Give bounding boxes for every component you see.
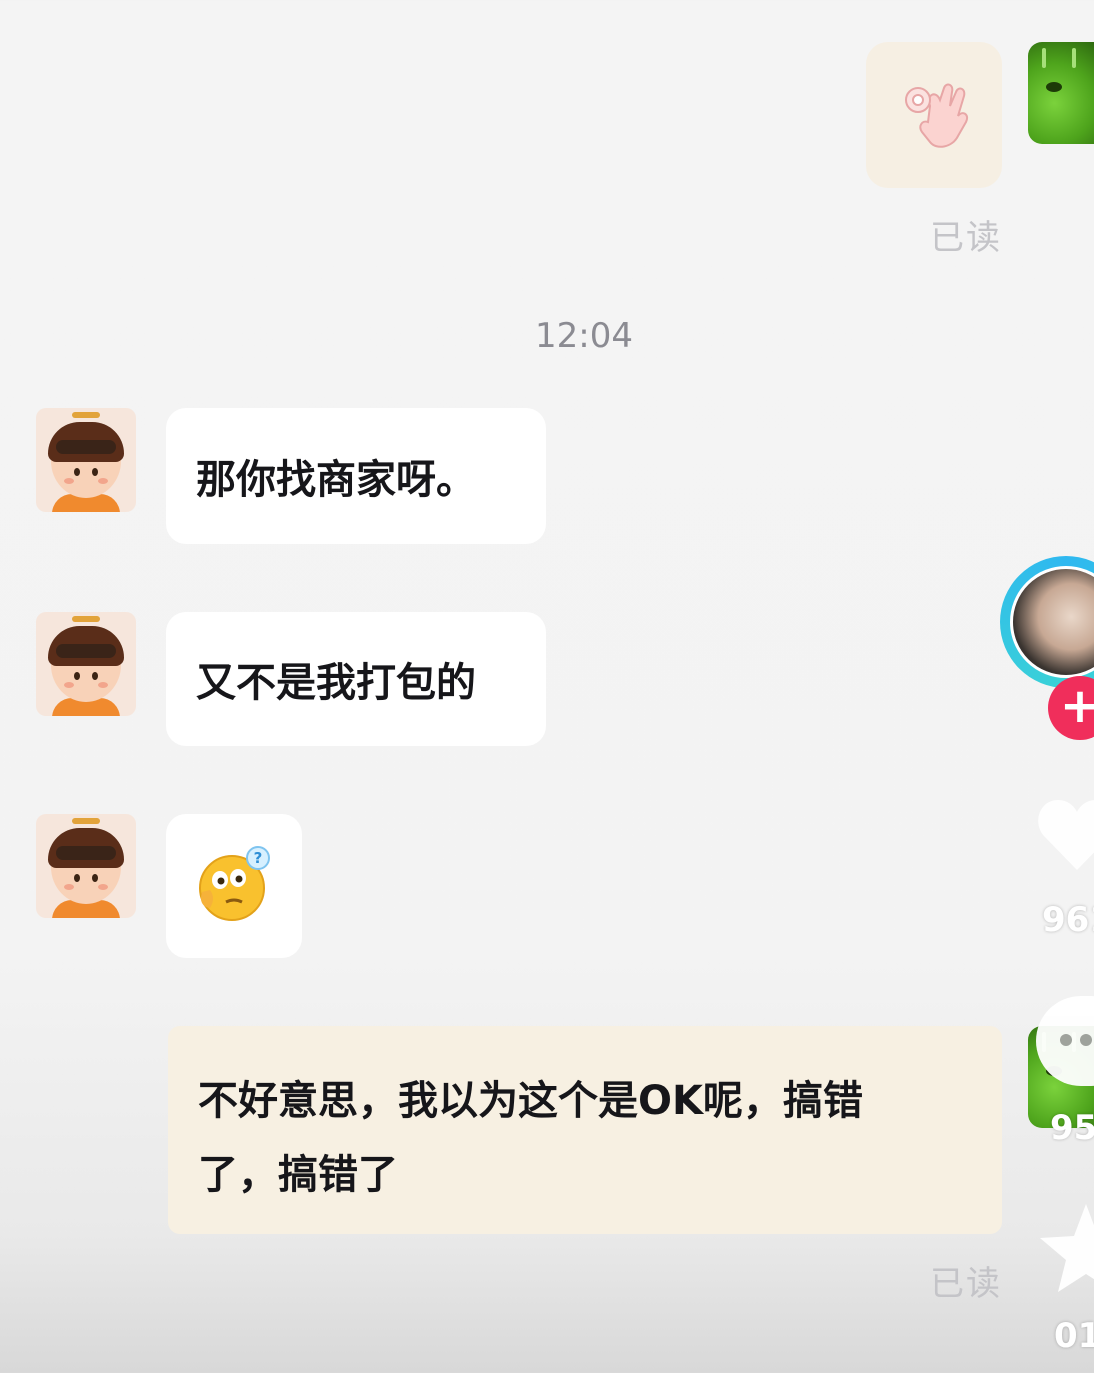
my-avatar[interactable] <box>1028 42 1094 144</box>
message-text-line: 了，搞错了 <box>198 1152 398 1198</box>
message-text: 又不是我打包的 <box>196 660 476 706</box>
incoming-message-bubble[interactable]: 又不是我打包的 <box>166 612 546 746</box>
contact-avatar[interactable] <box>36 408 136 512</box>
read-status: 已读 <box>930 218 1002 258</box>
message-timestamp: 12:04 <box>535 316 633 356</box>
comment-count: 95 <box>1050 1108 1094 1148</box>
contact-avatar[interactable] <box>36 612 136 716</box>
like-count: 961 <box>1042 900 1094 940</box>
svg-text:?: ? <box>254 849 263 867</box>
favorite-count: 01 <box>1054 1316 1094 1356</box>
incoming-emoji-bubble[interactable]: ? <box>166 814 302 958</box>
contact-avatar[interactable] <box>36 814 136 918</box>
creator-avatar[interactable] <box>1000 556 1094 688</box>
favorite-star-icon[interactable] <box>1036 1200 1094 1296</box>
message-text-line: 不好意思，我以为这个是OK呢，搞错 <box>198 1078 863 1124</box>
own-message-bubble[interactable]: 不好意思，我以为这个是OK呢，搞错 了，搞错了 <box>168 1026 1002 1234</box>
read-status: 已读 <box>930 1264 1002 1304</box>
thinking-face-icon: ? <box>199 846 270 921</box>
own-emoji-bubble[interactable] <box>866 42 1002 188</box>
ok-hand-icon <box>905 83 968 148</box>
heart-icon[interactable] <box>1032 790 1094 880</box>
message-text: 那你找商家呀。 <box>196 457 476 503</box>
incoming-message-bubble[interactable]: 那你找商家呀。 <box>166 408 546 544</box>
